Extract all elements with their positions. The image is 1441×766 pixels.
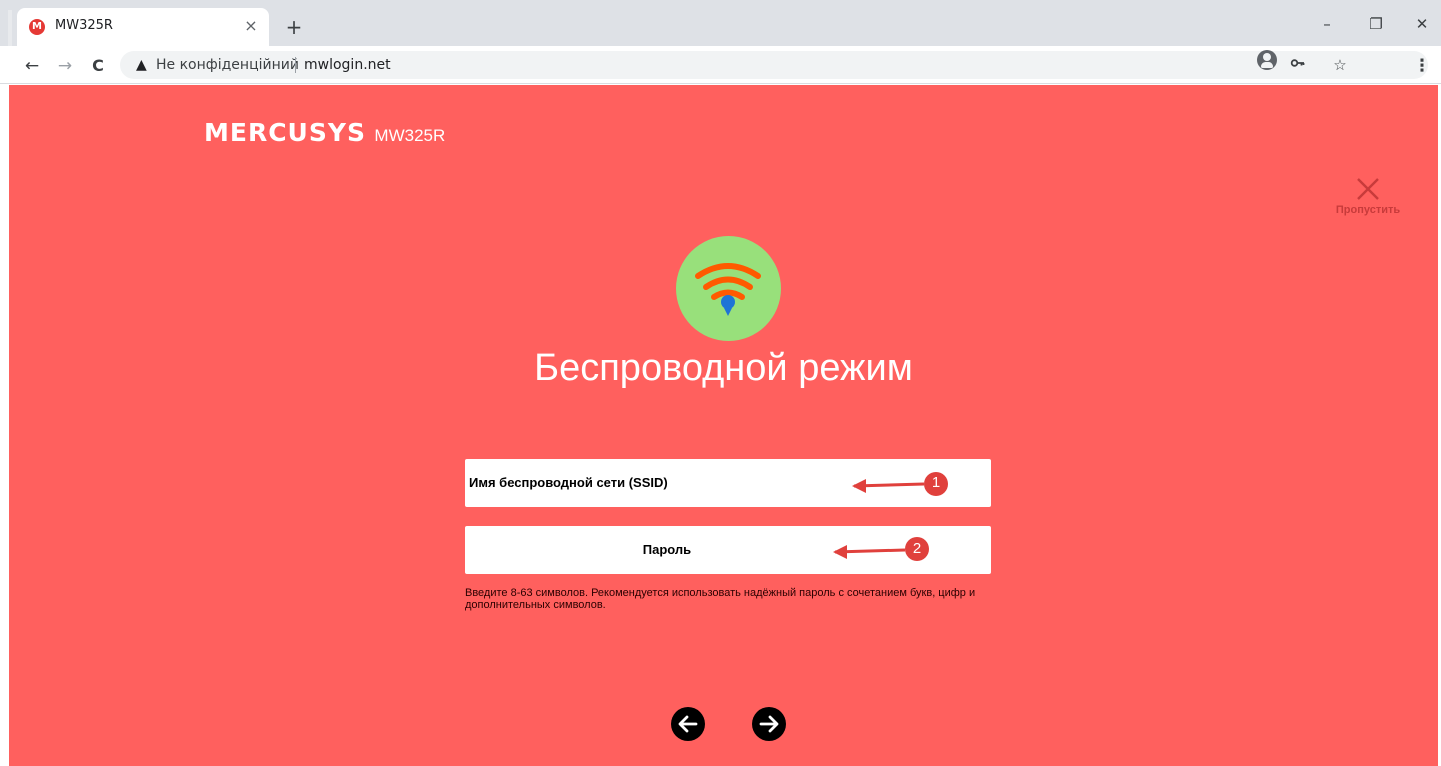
password-input[interactable]: Пароль 2 <box>465 526 991 574</box>
brand-header: MERCUSYS MW325R <box>204 118 445 147</box>
browser-tab[interactable]: M MW325R × <box>17 8 269 46</box>
next-button[interactable] <box>752 707 786 741</box>
wifi-badge <box>676 236 781 341</box>
browser-toolbar: ← → C ▲ Не конфіденційний mwlogin.net ☆ … <box>0 46 1441 84</box>
back-button[interactable]: ← <box>21 55 43 77</box>
mercusys-logo: MERCUSYS <box>204 118 366 147</box>
address-bar[interactable]: ▲ Не конфіденційний mwlogin.net ☆ <box>120 51 1428 79</box>
password-hint: Введите 8-63 символов. Рекомендуется исп… <box>465 587 976 611</box>
browser-menu-icon[interactable]: ⋮ <box>1411 55 1433 77</box>
skip-button[interactable]: Пропустить <box>1333 177 1403 216</box>
skip-label: Пропустить <box>1335 204 1401 216</box>
page-title: Беспроводной режим <box>534 347 913 389</box>
security-status-text[interactable]: Не конфіденційний <box>156 57 299 73</box>
address-separator <box>295 57 296 73</box>
wifi-icon <box>695 263 761 316</box>
setup-page: MERCUSYS MW325R Пропустить Беспроводной … <box>9 85 1438 766</box>
mercusys-favicon-icon: M <box>29 19 45 35</box>
warning-triangle-icon[interactable]: ▲ <box>136 56 147 74</box>
key-icon[interactable] <box>1288 55 1308 75</box>
new-tab-button[interactable]: + <box>283 16 305 38</box>
close-window-button[interactable]: ✕ <box>1407 13 1437 35</box>
ssid-label: Имя беспроводной сети (SSID) <box>469 475 668 490</box>
forward-button[interactable]: → <box>54 55 76 77</box>
minimize-button[interactable]: – <box>1312 13 1342 35</box>
restore-button[interactable]: ❐ <box>1361 13 1391 35</box>
arrow-right-circle-icon <box>759 715 779 733</box>
reload-button[interactable]: C <box>87 55 109 77</box>
star-icon[interactable]: ☆ <box>1330 55 1350 75</box>
close-x-icon <box>1357 178 1379 200</box>
url-text[interactable]: mwlogin.net <box>304 57 391 73</box>
browser-tab-bar: M MW325R × + – ❐ ✕ <box>0 0 1441 46</box>
tab-strip-edge <box>8 10 12 46</box>
arrow-left-circle-icon <box>678 715 698 733</box>
profile-avatar-icon[interactable] <box>1257 50 1277 70</box>
close-tab-icon[interactable]: × <box>241 16 261 36</box>
password-label: Пароль <box>642 542 692 557</box>
prev-button[interactable] <box>671 707 705 741</box>
model-name: MW325R <box>374 126 446 145</box>
ssid-input[interactable]: Имя беспроводной сети (SSID) 1 <box>465 459 991 507</box>
annotation-number-1: 1 <box>931 474 941 491</box>
annotation-number-2: 2 <box>912 540 922 557</box>
tab-title: MW325R <box>55 18 113 33</box>
